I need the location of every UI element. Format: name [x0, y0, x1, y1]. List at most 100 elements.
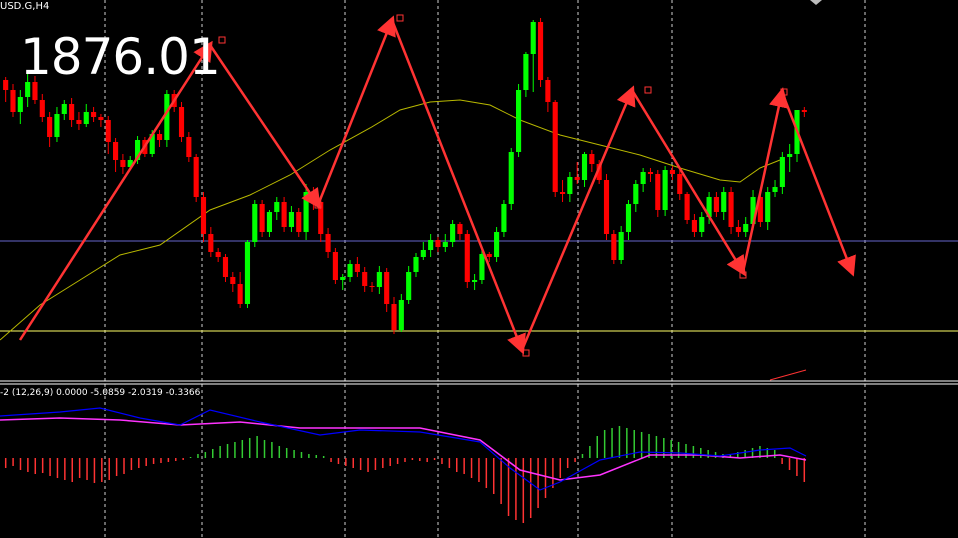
- pivot-marker: [644, 86, 652, 94]
- candle-body: [581, 154, 588, 180]
- candle-body: [442, 242, 448, 247]
- candle-body: [530, 22, 536, 54]
- trend-stub: [769, 369, 807, 381]
- candle-body: [611, 234, 617, 260]
- candle-body: [332, 252, 338, 280]
- candle-body: [537, 22, 544, 80]
- candle-body: [105, 120, 111, 142]
- candle-body: [200, 197, 207, 234]
- candle-body: [735, 227, 741, 232]
- candle-body: [647, 172, 654, 174]
- candle-body: [3, 80, 9, 90]
- candle-body: [362, 272, 368, 286]
- candle-body: [17, 97, 23, 112]
- pivot-marker: [522, 349, 530, 357]
- zigzag-arrow: [390, 19, 526, 355]
- candle-body: [222, 257, 229, 277]
- candle-body: [376, 272, 382, 287]
- candle-body: [501, 204, 507, 232]
- candle-body: [340, 277, 346, 280]
- candle-body: [391, 304, 397, 330]
- candle-body: [237, 284, 243, 304]
- candle-body: [61, 104, 67, 114]
- candle-body: [76, 120, 82, 124]
- candle-body: [603, 180, 610, 234]
- chart-window[interactable]: USD.G,H4 1876.01 -2 (12,26,9) 0.0000 -5.…: [0, 0, 958, 538]
- chart-shift-marker[interactable]: [810, 0, 822, 5]
- candle-body: [178, 107, 185, 137]
- candle-body: [523, 54, 529, 90]
- zigzag-arrow: [208, 44, 321, 210]
- candle-body: [54, 114, 60, 137]
- pivot-marker: [218, 36, 226, 44]
- candle-body: [193, 157, 199, 197]
- candle-body: [486, 254, 492, 257]
- candle-body: [721, 192, 727, 212]
- symbol-label: USD.G,H4: [0, 1, 50, 12]
- candle-body: [384, 272, 390, 304]
- candle-body: [156, 134, 163, 140]
- pivot-marker: [396, 14, 404, 22]
- pivot-marker: [739, 271, 747, 279]
- zigzag-arrow: [316, 15, 396, 206]
- candle-body: [91, 112, 97, 117]
- candle-body: [728, 192, 734, 227]
- signal-line: [0, 417, 807, 481]
- candle-body: [457, 224, 463, 234]
- candle-body: [633, 184, 639, 204]
- candle-body: [113, 142, 119, 160]
- candle-body: [354, 264, 360, 272]
- candle-body: [743, 224, 749, 232]
- candle-body: [413, 257, 419, 272]
- candle-body: [303, 192, 309, 232]
- candle-body: [120, 160, 126, 167]
- candle-body: [662, 170, 668, 210]
- candle-body: [428, 240, 434, 250]
- candle-body: [252, 204, 258, 242]
- candle-body: [669, 170, 676, 174]
- candle-body: [479, 254, 485, 280]
- candle-body: [779, 157, 785, 187]
- candle-body: [10, 90, 16, 112]
- candle-body: [369, 286, 375, 287]
- candle-body: [259, 204, 265, 232]
- candle-body: [420, 250, 426, 257]
- candle-body: [508, 152, 514, 204]
- ma-line: [0, 99, 781, 341]
- candle-body: [618, 232, 624, 260]
- candle-body: [640, 172, 646, 184]
- candle-body: [464, 234, 470, 282]
- candle-body: [552, 102, 558, 192]
- zigzag-arrow: [780, 91, 856, 277]
- candle-body: [266, 212, 273, 232]
- candle-body: [347, 264, 353, 277]
- candle-body: [296, 212, 302, 232]
- candle-body: [274, 202, 280, 212]
- candle-body: [325, 234, 331, 252]
- candle-body: [69, 104, 75, 120]
- candle-body: [215, 252, 221, 257]
- price-overlay: 1876.01: [20, 28, 221, 86]
- candle-body: [47, 117, 53, 137]
- candle-body: [677, 174, 683, 194]
- candle-body: [472, 280, 478, 282]
- indicator-pane: [0, 407, 807, 523]
- candle-body: [713, 197, 719, 212]
- indicator-label: -2 (12,26,9) 0.0000 -5.0859 -2.0319 -0.3…: [0, 388, 201, 398]
- candle-body: [406, 272, 412, 300]
- candle-body: [787, 154, 793, 157]
- candle-body: [450, 224, 456, 242]
- zigzag-arrow: [741, 87, 789, 273]
- candle-body: [98, 117, 104, 120]
- candle-body: [589, 154, 595, 164]
- candle-body: [545, 80, 551, 102]
- candle-body: [765, 192, 771, 222]
- candle-body: [516, 90, 522, 152]
- candle-body: [435, 240, 441, 247]
- moving-average: [0, 99, 781, 341]
- candle-body: [39, 100, 45, 117]
- candle-body: [574, 177, 580, 180]
- candle-body: [559, 192, 566, 194]
- candle-body: [567, 177, 573, 194]
- zigzag-arrow: [18, 40, 213, 341]
